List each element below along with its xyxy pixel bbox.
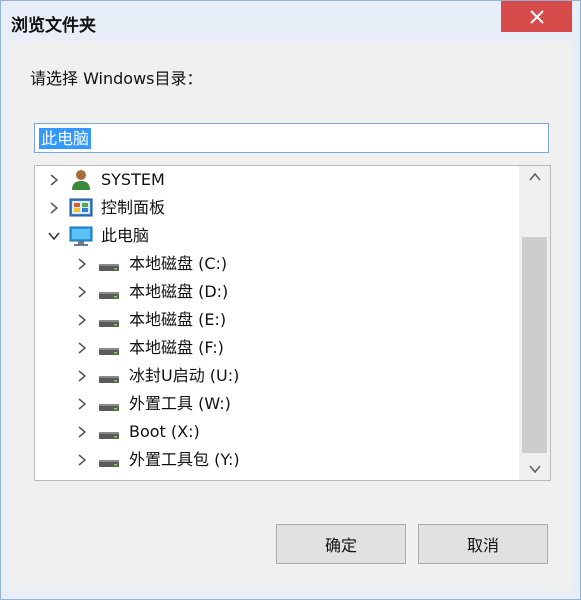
chevron-right-icon[interactable] bbox=[47, 201, 61, 215]
chevron-right-icon[interactable] bbox=[75, 453, 89, 467]
tree-item-drive-c[interactable]: 本地磁盘 (C:) bbox=[35, 250, 519, 278]
chevron-up-icon bbox=[528, 172, 541, 181]
folder-tree[interactable]: SYSTEM 控制面板 此电脑 本地磁盘 (C:) 本地磁盘 (D:) 本地磁盘… bbox=[34, 165, 551, 481]
drive-icon bbox=[97, 393, 121, 415]
tree-item-system[interactable]: SYSTEM bbox=[35, 166, 519, 194]
tree-item-drive-w[interactable]: 外置工具 (W:) bbox=[35, 390, 519, 418]
tree-item-label: 本地磁盘 (E:) bbox=[129, 310, 227, 329]
tree-item-drive-e[interactable]: 本地磁盘 (E:) bbox=[35, 306, 519, 334]
prompt-label: 请选择 Windows目录： bbox=[30, 69, 203, 88]
tree-item-label: 冰封U启动 (U:) bbox=[129, 366, 240, 385]
tree-item-this-pc[interactable]: 此电脑 bbox=[35, 222, 519, 250]
drive-icon bbox=[97, 449, 121, 471]
tree-item-label: 此电脑 bbox=[101, 226, 150, 245]
tree-item-control-panel[interactable]: 控制面板 bbox=[35, 194, 519, 222]
tree-item-label: 本地磁盘 (C:) bbox=[129, 254, 228, 273]
tree-item-label: Boot (X:) bbox=[129, 422, 200, 441]
chevron-right-icon[interactable] bbox=[75, 425, 89, 439]
cancel-button[interactable]: 取消 bbox=[418, 524, 548, 564]
close-icon bbox=[529, 9, 544, 24]
tree-item-drive-x[interactable]: Boot (X:) bbox=[35, 418, 519, 446]
tree-item-label: 外置工具 (W:) bbox=[129, 394, 231, 413]
drive-icon bbox=[97, 281, 121, 303]
drive-icon bbox=[97, 309, 121, 331]
chevron-down-icon[interactable] bbox=[47, 229, 61, 243]
chevron-right-icon[interactable] bbox=[75, 285, 89, 299]
dialog-body: 请选择 Windows目录： 此电脑 SYSTEM 控制面板 此电脑 本地磁盘 … bbox=[9, 41, 572, 591]
chevron-right-icon[interactable] bbox=[75, 369, 89, 383]
scroll-down-button[interactable] bbox=[519, 458, 550, 480]
window-title: 浏览文件夹 bbox=[11, 16, 96, 36]
ok-button[interactable]: 确定 bbox=[276, 524, 406, 564]
chevron-right-icon[interactable] bbox=[75, 313, 89, 327]
computer-icon bbox=[69, 225, 93, 247]
title-bar[interactable]: 浏览文件夹 bbox=[1, 1, 580, 41]
tree-item-label: 控制面板 bbox=[101, 198, 166, 217]
close-button[interactable] bbox=[501, 1, 572, 32]
tree-item-drive-f[interactable]: 本地磁盘 (F:) bbox=[35, 334, 519, 362]
drive-icon bbox=[97, 365, 121, 387]
scroll-up-button[interactable] bbox=[519, 166, 550, 188]
chevron-right-icon[interactable] bbox=[47, 173, 61, 187]
tree-item-label: 本地磁盘 (D:) bbox=[129, 282, 229, 301]
chevron-down-icon bbox=[528, 465, 541, 474]
tree-item-label: 外置工具包 (Y:) bbox=[129, 450, 240, 469]
tree-item-drive-y[interactable]: 外置工具包 (Y:) bbox=[35, 446, 519, 474]
drive-icon bbox=[97, 421, 121, 443]
user-folder-icon bbox=[69, 169, 93, 191]
tree-item-label: SYSTEM bbox=[101, 170, 165, 189]
tree-item-drive-d[interactable]: 本地磁盘 (D:) bbox=[35, 278, 519, 306]
folder-path-input[interactable]: 此电脑 bbox=[34, 123, 549, 153]
control-panel-icon bbox=[69, 197, 93, 219]
tree-item-label: 本地磁盘 (F:) bbox=[129, 338, 224, 357]
drive-icon bbox=[97, 337, 121, 359]
chevron-right-icon[interactable] bbox=[75, 257, 89, 271]
browse-folder-dialog: 浏览文件夹 请选择 Windows目录： 此电脑 SYSTEM 控制面板 此电脑… bbox=[0, 0, 581, 600]
selected-path-text[interactable]: 此电脑 bbox=[39, 128, 92, 149]
drive-icon bbox=[97, 253, 121, 275]
chevron-right-icon[interactable] bbox=[75, 397, 89, 411]
scroll-thumb[interactable] bbox=[522, 237, 547, 453]
chevron-right-icon[interactable] bbox=[75, 341, 89, 355]
tree-vertical-scrollbar[interactable] bbox=[519, 166, 550, 480]
tree-item-drive-u[interactable]: 冰封U启动 (U:) bbox=[35, 362, 519, 390]
